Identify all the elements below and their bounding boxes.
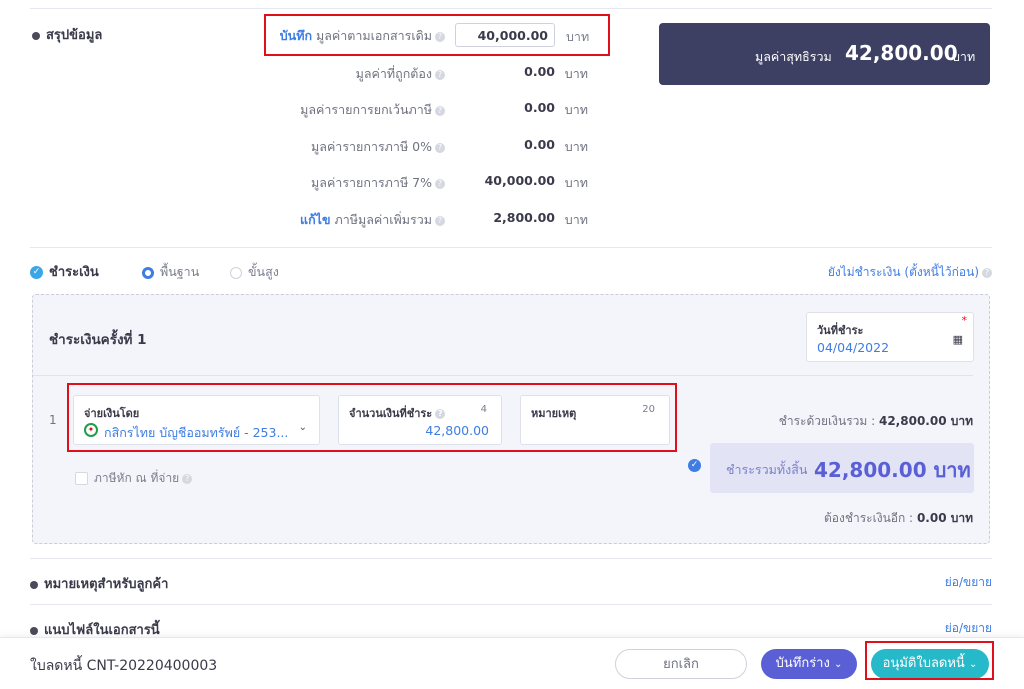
customer-notes-title: หมายเหตุสำหรับลูกค้า <box>30 573 168 594</box>
help-icon: ? <box>435 69 445 80</box>
summary-row: มูลค่าที่ถูกต้อง? 0.00 บาท <box>355 64 588 81</box>
grand-total-box: ชำระรวมทั้งสิ้น 42,800.00 บาท <box>710 443 974 493</box>
bullet-icon <box>30 580 38 589</box>
summary-row: มูลค่ารายการยกเว้นภาษี? 0.00 บาท <box>300 100 588 117</box>
radio-unselected-icon <box>230 266 242 279</box>
mode-basic-radio[interactable]: พื้นฐาน <box>142 262 199 282</box>
wht-checkbox[interactable]: ภาษีหัก ณ ที่จ่าย? <box>75 469 193 488</box>
row-number: 1 <box>49 413 57 427</box>
bullet-icon <box>30 626 38 635</box>
summary-section-title: สรุปข้อมูล <box>32 24 102 45</box>
remaining: ต้องชำระเงินอีก : 0.00 บาท <box>823 511 973 525</box>
payment-date-field[interactable]: วันที่ชำระ * 04/04/2022 ▦ <box>806 312 974 362</box>
highlight-box <box>67 383 677 452</box>
cancel-button[interactable]: ยกเลิก <box>615 649 747 679</box>
net-total-value: 42,800.00 <box>845 41 958 65</box>
help-icon: ? <box>182 473 193 484</box>
highlight-box <box>865 641 994 680</box>
checkbox-icon[interactable] <box>75 472 88 485</box>
save-draft-button[interactable]: บันทึกร่าง ⌄ <box>761 649 857 679</box>
radio-selected-icon <box>142 266 154 279</box>
check-circle-icon: ✓ <box>30 266 43 279</box>
required-mark: * <box>961 314 968 327</box>
date-label: วันที่ชำระ <box>817 324 864 337</box>
installment-title: ชำระเงินครั้งที่ 1 <box>49 332 147 348</box>
help-icon: ? <box>982 267 992 278</box>
summary-row: มูลค่ารายการภาษี 7%? 40,000.00 บาท <box>311 173 588 190</box>
edit-link[interactable]: แก้ไข <box>300 212 330 227</box>
summary-row-vat: แก้ไข ภาษีมูลค่าเพิ่มรวม? 2,800.00 บาท <box>300 210 588 227</box>
help-icon: ? <box>435 142 445 153</box>
check-circle-icon: ✓ <box>688 459 701 472</box>
payment-section-title: ✓ ชำระเงิน <box>30 261 99 282</box>
footer-bar: ใบลดหนี้ CNT-20220400003 ยกเลิก บันทึกร่… <box>0 637 1024 689</box>
help-icon: ? <box>435 178 445 189</box>
summary-row: มูลค่ารายการภาษี 0%? 0.00 บาท <box>311 137 588 154</box>
unpaid-link[interactable]: ยังไม่ชำระเงิน (ตั้งหนี้ไว้ก่อน)? <box>828 263 992 282</box>
total-paid: ชำระด้วยเงินรวม : 42,800.00 บาท <box>778 414 973 428</box>
payment-panel: ชำระเงินครั้งที่ 1 วันที่ชำระ * 04/04/20… <box>32 294 990 544</box>
document-label: ใบลดหนี้ CNT-20220400003 <box>30 658 218 674</box>
bullet-icon <box>32 31 40 40</box>
customer-notes-toggle[interactable]: ย่อ/ขยาย <box>945 573 992 592</box>
net-total-unit: บาท <box>952 49 976 64</box>
calendar-icon[interactable]: ▦ <box>953 333 963 346</box>
chevron-down-icon: ⌄ <box>833 659 843 670</box>
net-total-label: มูลค่าสุทธิรวม <box>755 49 832 64</box>
net-total-box: มูลค่าสุทธิรวม 42,800.00 บาท <box>659 23 990 85</box>
attachments-toggle[interactable]: ย่อ/ขยาย <box>945 619 992 638</box>
help-icon: ? <box>435 215 445 226</box>
highlight-box <box>264 14 610 56</box>
date-value[interactable]: 04/04/2022 <box>817 340 889 355</box>
mode-advanced-radio[interactable]: ขั้นสูง <box>230 262 279 282</box>
help-icon: ? <box>435 105 445 116</box>
